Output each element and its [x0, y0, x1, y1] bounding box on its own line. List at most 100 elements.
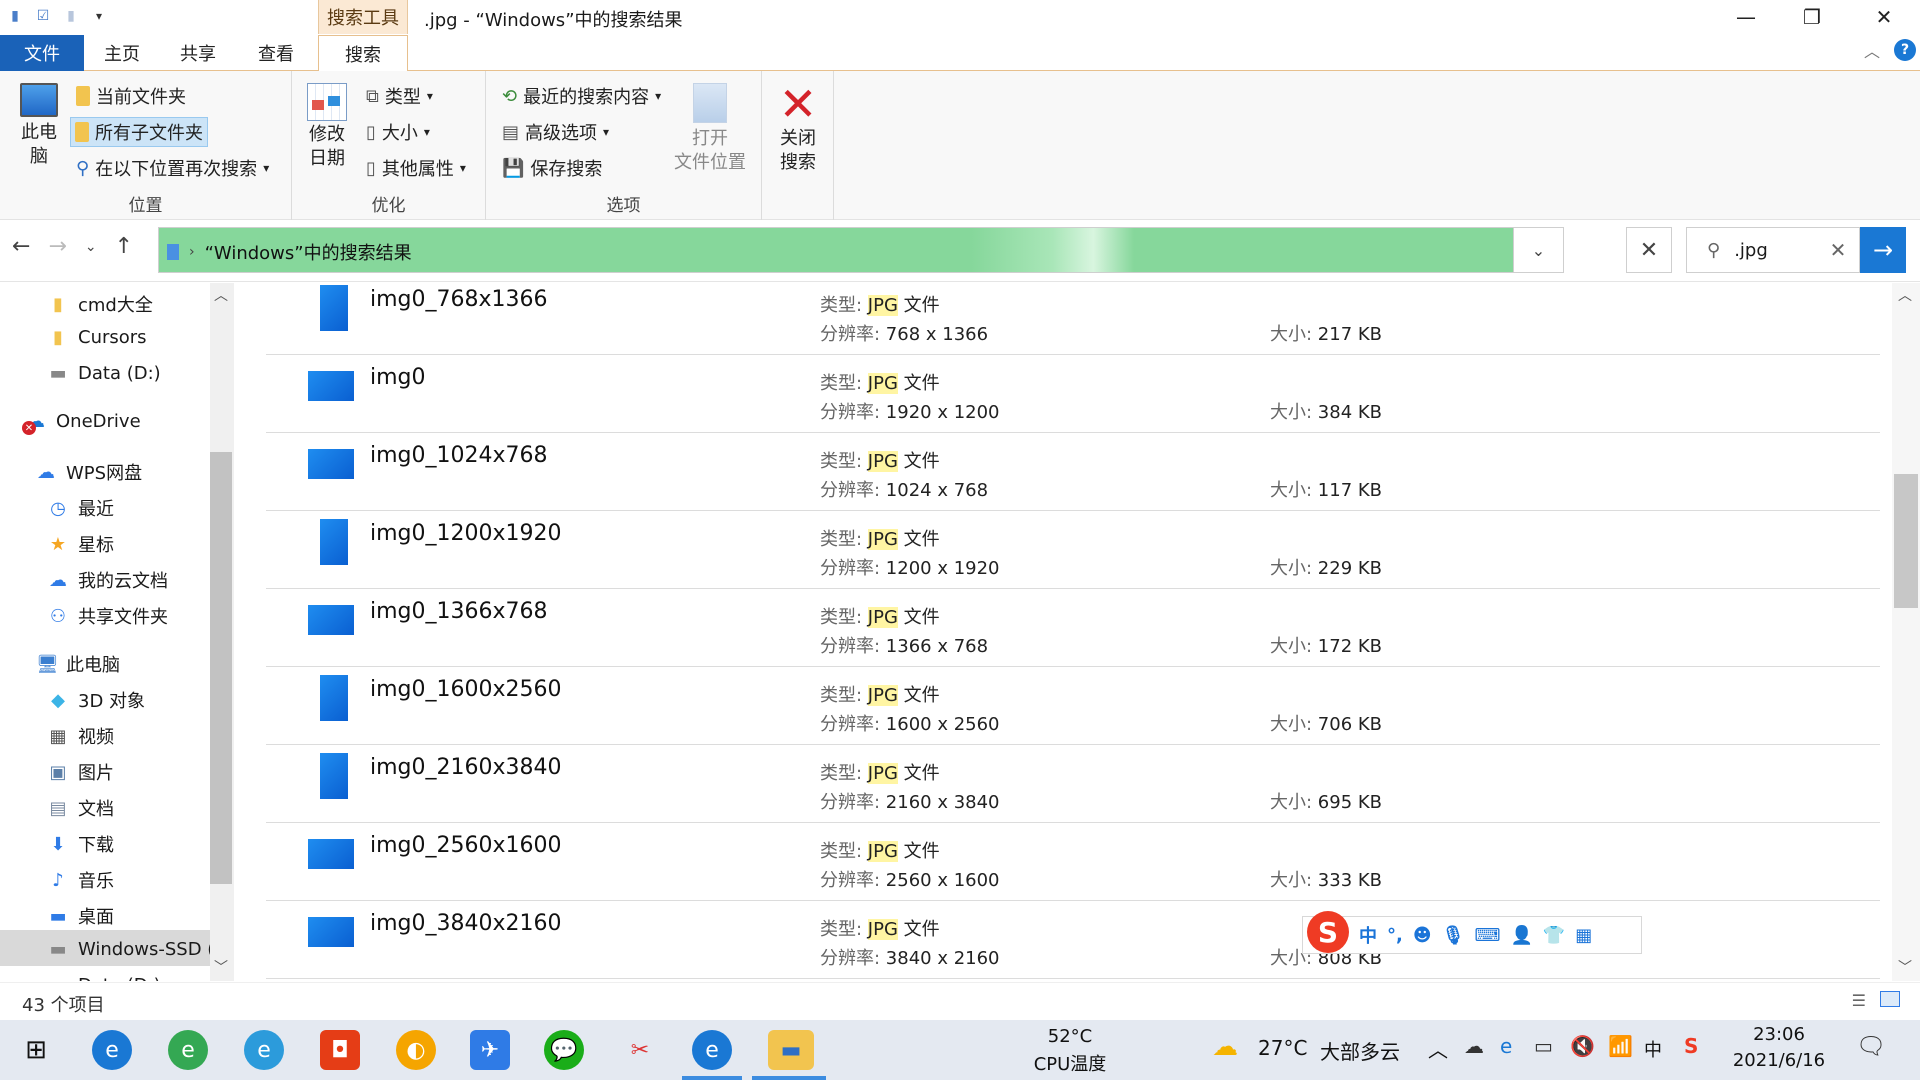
- file-row[interactable]: img0_2560x1600 类型: JPG 文件 分辨率: 2560 x 1600…: [266, 823, 1880, 901]
- clear-address-close-icon[interactable]: ✕: [1626, 227, 1672, 273]
- type-filter-button[interactable]: ⧉ 类型 ▾: [366, 83, 433, 109]
- other-properties-button[interactable]: ▯ 其他属性 ▾: [366, 155, 466, 181]
- ime-mode-toggle[interactable]: 中: [1359, 922, 1377, 948]
- nav-scrollbar-thumb[interactable]: [210, 452, 232, 884]
- search-go-button[interactable]: →: [1860, 227, 1906, 273]
- content-scrollbar-thumb[interactable]: [1894, 474, 1918, 608]
- file-row[interactable]: img0_1024x768 类型: JPG 文件 分辨率: 1024 x 768 大小…: [266, 433, 1880, 511]
- minimize-button[interactable]: —: [1710, 0, 1782, 34]
- weather-cloud-icon[interactable]: ☁: [1212, 1032, 1238, 1062]
- nav-item[interactable]: ▮ Cursors: [48, 327, 147, 348]
- clear-search-close-icon[interactable]: ✕: [1818, 227, 1858, 273]
- snipping-tool-icon[interactable]: ✂: [620, 1030, 660, 1070]
- weather-desc[interactable]: 大部多云: [1320, 1036, 1400, 1065]
- nav-item[interactable]: ▬ 桌面: [48, 903, 114, 929]
- clock-date[interactable]: 2021/6/16: [1724, 1050, 1834, 1071]
- nav-item[interactable]: ▤ 文档: [48, 795, 114, 821]
- nav-item[interactable]: ♪ 音乐: [48, 867, 114, 893]
- nav-item[interactable]: ★ 星标: [48, 531, 114, 557]
- user-icon[interactable]: 👤: [1510, 925, 1532, 946]
- skin-shirt-icon[interactable]: 👕: [1543, 925, 1565, 946]
- file-row[interactable]: img0_768x1366 类型: JPG 文件 分辨率: 768 x 1366 大小…: [266, 283, 1880, 355]
- advanced-options-button[interactable]: ▤ 高级选项 ▾: [502, 119, 609, 145]
- ime-punct-toggle[interactable]: °,: [1387, 925, 1403, 946]
- tab-home[interactable]: 主页: [90, 35, 154, 71]
- edge-active-icon[interactable]: e: [692, 1030, 732, 1070]
- scroll-down-chevron-icon[interactable]: ﹀: [1898, 957, 1912, 977]
- nav-item[interactable]: ⬇ 下载: [48, 831, 114, 857]
- input-language-indicator[interactable]: 中: [1644, 1036, 1662, 1062]
- search-input[interactable]: .jpg: [1734, 240, 1768, 261]
- browser-green-icon[interactable]: e: [168, 1030, 208, 1070]
- app-blue-bird-icon[interactable]: ✈: [470, 1030, 510, 1070]
- clock-time[interactable]: 23:06: [1724, 1024, 1834, 1045]
- details-view-icon[interactable]: ☰: [1852, 991, 1866, 1010]
- emoji-icon[interactable]: ☻: [1413, 925, 1432, 946]
- notification-center-icon[interactable]: 🗨: [1856, 1032, 1886, 1060]
- nav-item[interactable]: ◆ 3D 对象: [48, 687, 145, 713]
- recent-searches-button[interactable]: ⟲ 最近的搜索内容 ▾: [502, 83, 661, 109]
- tray-ie-icon[interactable]: e: [1500, 1034, 1512, 1058]
- back-arrow-icon[interactable]: ←: [12, 234, 30, 259]
- wechat-icon[interactable]: 💬: [544, 1030, 584, 1070]
- nav-item[interactable]: ☁ WPS网盘: [36, 459, 142, 485]
- breadcrumb-item[interactable]: “Windows”中的搜索结果: [205, 239, 412, 265]
- nav-item[interactable]: ▣ 图片: [48, 759, 114, 785]
- recent-locations-chevron-icon[interactable]: ⌄: [85, 239, 97, 255]
- microphone-icon[interactable]: 🎙: [1442, 925, 1465, 946]
- scroll-up-chevron-icon[interactable]: ︿: [214, 285, 228, 305]
- toolbox-grid-icon[interactable]: ▦: [1575, 925, 1592, 946]
- collapse-ribbon-chevron-icon[interactable]: ︿: [1864, 38, 1880, 62]
- open-file-location-button[interactable]: 打开 文件位置: [670, 83, 750, 175]
- tab-search[interactable]: 搜索: [318, 35, 408, 72]
- nav-item[interactable]: ☁ 我的云文档: [48, 567, 168, 593]
- customize-qa-chevron-icon[interactable]: ▾: [90, 6, 108, 26]
- current-folder-button[interactable]: 当前文件夹: [76, 83, 186, 109]
- nav-item[interactable]: ⚇ 共享文件夹: [48, 603, 168, 629]
- tray-sogou-icon[interactable]: S: [1684, 1034, 1698, 1058]
- windows-start-icon[interactable]: ⊞: [16, 1030, 56, 1070]
- edge-legacy-icon[interactable]: e: [92, 1030, 132, 1070]
- tray-chevron-up-icon[interactable]: ︿: [1428, 1034, 1448, 1063]
- file-row[interactable]: img0_2160x3840 类型: JPG 文件 分辨率: 2160 x 3840…: [266, 745, 1880, 823]
- nav-item[interactable]: ☁ OneDrive ✕: [22, 411, 141, 435]
- date-modified-button[interactable]: 修改 日期: [304, 83, 350, 171]
- this-pc-button[interactable]: 此电 脑: [14, 83, 64, 169]
- weather-temp[interactable]: 27°C: [1258, 1036, 1307, 1060]
- nav-item[interactable]: ▬ Data (D:): [48, 363, 160, 384]
- wifi-icon[interactable]: 📶: [1608, 1034, 1633, 1058]
- file-row[interactable]: img0_1366x768 类型: JPG 文件 分辨率: 1366 x 768 大小…: [266, 589, 1880, 667]
- size-filter-button[interactable]: ▯ 大小 ▾: [366, 119, 430, 145]
- tray-cloud-error-icon[interactable]: ☁: [1464, 1034, 1484, 1058]
- file-explorer-icon[interactable]: ▬: [768, 1030, 814, 1070]
- nav-item[interactable]: ▬ Data (D:): [48, 975, 160, 981]
- ie-icon[interactable]: e: [244, 1030, 284, 1070]
- volume-muted-icon[interactable]: 🔇: [1570, 1034, 1595, 1058]
- properties-icon[interactable]: ☑: [34, 6, 52, 26]
- help-icon[interactable]: ?: [1894, 39, 1916, 61]
- battery-icon[interactable]: ▭: [1534, 1034, 1553, 1058]
- nav-item[interactable]: ▦ 视频: [48, 723, 114, 749]
- nav-item[interactable]: 🖥 此电脑: [36, 651, 120, 677]
- large-icons-view-icon[interactable]: [1880, 991, 1900, 1007]
- scroll-down-chevron-icon[interactable]: ﹀: [214, 957, 228, 977]
- search-again-in-button[interactable]: ⚲ 在以下位置再次搜索 ▾: [76, 155, 269, 181]
- app-orange-icon[interactable]: ◐: [396, 1030, 436, 1070]
- tab-file[interactable]: 文件: [0, 35, 84, 71]
- sogou-logo-icon[interactable]: S: [1307, 911, 1349, 953]
- content-scrollbar[interactable]: ︿ ﹀: [1892, 283, 1920, 981]
- restore-button[interactable]: ❐: [1776, 0, 1848, 34]
- tab-view[interactable]: 查看: [244, 35, 308, 71]
- tab-share[interactable]: 共享: [166, 35, 230, 71]
- breadcrumb-chevron-icon[interactable]: ›: [189, 244, 195, 260]
- save-search-button[interactable]: 💾 保存搜索: [502, 155, 602, 181]
- address-dropdown-chevron-icon[interactable]: ⌄: [1514, 227, 1564, 273]
- explorer-icon[interactable]: ▮: [6, 6, 24, 26]
- file-row[interactable]: img0 类型: JPG 文件 分辨率: 1920 x 1200 大小: 384 KB: [266, 355, 1880, 433]
- close-window-button[interactable]: ✕: [1848, 0, 1920, 34]
- nav-item[interactable]: ▬ Windows-SSD (: [48, 939, 214, 960]
- office-icon[interactable]: ◘: [320, 1030, 360, 1070]
- new-folder-icon[interactable]: ▮: [62, 6, 80, 26]
- up-arrow-icon[interactable]: ↑: [115, 234, 133, 259]
- file-row[interactable]: img0_1200x1920 类型: JPG 文件 分辨率: 1200 x 1920…: [266, 511, 1880, 589]
